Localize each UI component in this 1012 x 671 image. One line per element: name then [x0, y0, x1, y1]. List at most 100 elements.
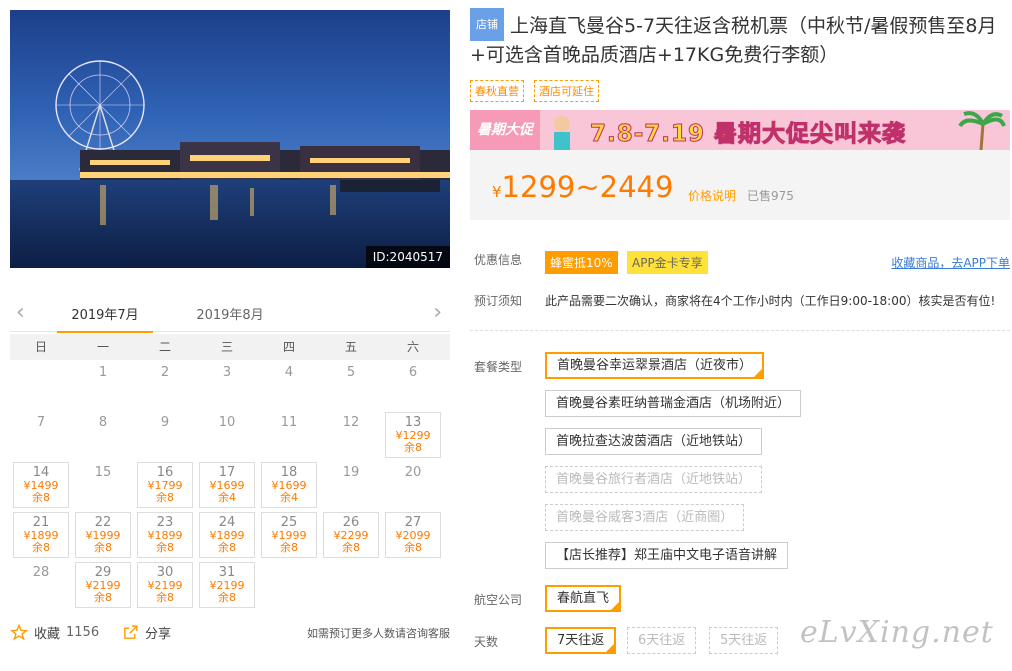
price-range: ¥1299~2449	[492, 170, 673, 204]
weekday-label: 三	[220, 340, 233, 354]
weekday-label: 六	[406, 340, 419, 354]
calendar-day: 9	[134, 410, 196, 460]
favorite-label: 收藏	[34, 627, 61, 642]
calendar-day	[10, 360, 72, 410]
package-option-disabled: 首晚曼谷旅行者酒店（近地铁站）	[545, 466, 763, 493]
image-id-label: ID:2040517	[365, 246, 450, 268]
price-explanation-link[interactable]: 价格说明	[688, 187, 736, 204]
date-calendar: ‹ 2019年7月 2019年8月 › 日 一 二 三 四 五 六 123456…	[10, 298, 450, 610]
tab-month-july[interactable]: 2019年7月	[57, 304, 153, 333]
day-number: 15	[94, 465, 112, 480]
calendar-day-available[interactable]: 24 ¥1899 余8	[199, 512, 255, 558]
calendar-day-available[interactable]: 21 ¥1899 余8	[13, 512, 69, 558]
palm-tree-icon	[958, 111, 1006, 150]
day-remaining: 余8	[218, 541, 236, 554]
day-remaining: 余8	[404, 441, 422, 454]
day-remaining: 余8	[94, 591, 112, 604]
calendar-day-available[interactable]: 27 ¥2099 余8	[385, 512, 441, 558]
contact-service-link[interactable]: 如需预订更多人数请咨询客服	[307, 625, 450, 641]
app-gold-card-badge: APP金卡专享	[627, 251, 708, 274]
package-option[interactable]: 首晚拉查达波茵酒店（近地铁站）	[545, 428, 763, 455]
days-option[interactable]: 7天往返	[545, 627, 617, 654]
calendar-day-available[interactable]: 30 ¥2199 余8	[137, 562, 193, 608]
calendar-day: 10	[196, 410, 258, 460]
calendar-day: 3	[196, 360, 258, 410]
calendar-day-available[interactable]: 25 ¥1999 余8	[261, 512, 317, 558]
day-number: 19	[342, 465, 360, 480]
calendar-day-available[interactable]: 29 ¥2199 余8	[75, 562, 131, 608]
days-option-disabled: 6天往返	[627, 627, 697, 654]
tab-month-august[interactable]: 2019年8月	[182, 304, 278, 331]
promo-banner[interactable]: 暑期大促 7.8-7.19 暑期大促尖叫来袭	[470, 110, 1010, 150]
day-number: 4	[284, 365, 294, 380]
site-watermark: eLvXing.net	[800, 615, 994, 650]
day-remaining: 余8	[342, 541, 360, 554]
tag-hotel-extendable: 酒店可延住	[534, 80, 599, 102]
share-label: 分享	[145, 627, 172, 642]
calendar-day-available[interactable]: 23 ¥1899 余8	[137, 512, 193, 558]
sold-count: 已售975	[747, 189, 794, 203]
day-number: 28	[32, 565, 50, 580]
calendar-day: 28	[10, 560, 72, 610]
price-panel: ¥1299~2449 价格说明 已售975	[470, 150, 1010, 220]
day-remaining: 余8	[156, 541, 174, 554]
day-number: 12	[342, 415, 360, 430]
day-number: 13	[404, 415, 422, 430]
airline-option[interactable]: 春航直飞	[545, 585, 622, 612]
day-remaining: 余8	[156, 491, 174, 504]
calendar-day-available[interactable]: 16 ¥1799 余8	[137, 462, 193, 508]
day-remaining: 余8	[218, 591, 236, 604]
package-option[interactable]: 首晚曼谷幸运翠景酒店（近夜市）	[545, 352, 765, 379]
notice-label: 预订须知	[474, 294, 523, 308]
app-order-link[interactable]: 收藏商品，去APP下单	[891, 254, 1010, 271]
price-range-value: 1299~2449	[501, 170, 674, 204]
day-number: 21	[32, 515, 50, 530]
days-label: 天数	[474, 635, 499, 649]
day-number: 27	[404, 515, 422, 530]
package-option[interactable]: 首晚曼谷素旺纳普瑞金酒店（机场附近）	[545, 390, 802, 417]
next-month-icon[interactable]: ›	[433, 302, 442, 324]
calendar-day-available[interactable]: 17 ¥1699 余4	[199, 462, 255, 508]
day-number: 17	[218, 465, 236, 480]
calendar-day-available[interactable]: 14 ¥1499 余8	[13, 462, 69, 508]
day-number: 20	[404, 465, 422, 480]
prev-month-icon[interactable]: ‹	[16, 302, 25, 324]
calendar-day-available[interactable]: 26 ¥2299 余8	[323, 512, 379, 558]
calendar-day-available[interactable]: 18 ¥1699 余4	[261, 462, 317, 508]
day-number: 14	[32, 465, 50, 480]
calendar-day: 20	[382, 460, 444, 510]
shop-badge[interactable]: 店铺	[470, 8, 504, 41]
calendar-day: 1	[72, 360, 134, 410]
day-number: 23	[156, 515, 174, 530]
day-remaining: 余8	[32, 541, 50, 554]
honey-discount-badge: 蜂蜜抵10%	[545, 251, 618, 274]
days-option-disabled: 5天往返	[709, 627, 779, 654]
package-option[interactable]: 【店长推荐】郑王庙中文电子语音讲解	[545, 542, 789, 569]
weekday-label: 二	[158, 340, 171, 354]
day-remaining: 余8	[404, 541, 422, 554]
day-number: 10	[218, 415, 236, 430]
day-number: 18	[280, 465, 298, 480]
calendar-days-grid: 1 2 3 4 5 6 7 8 9 10 11 12 13 ¥1299 余8 14 ¥1499 余8 15 16 ¥17…	[10, 360, 450, 610]
star-icon	[10, 624, 28, 641]
day-remaining: 余8	[94, 541, 112, 554]
share-button[interactable]: 分享	[122, 623, 171, 642]
weekday-label: 日	[34, 340, 47, 354]
day-remaining: 余8	[156, 591, 174, 604]
notice-text: 此产品需要二次确认，商家将在4个工作小时内（工作日9:00-18:00）核实是否…	[545, 294, 996, 308]
day-number: 2	[160, 365, 170, 380]
day-number: 24	[218, 515, 236, 530]
favorite-button[interactable]: 收藏 1156	[10, 623, 99, 642]
weekday-label: 五	[344, 340, 357, 354]
calendar-day: 4	[258, 360, 320, 410]
tag-direct-operated: 春秋直营	[470, 80, 524, 102]
day-number: 8	[98, 415, 108, 430]
calendar-day-available[interactable]: 31 ¥2199 余8	[199, 562, 255, 608]
day-number: 5	[346, 365, 356, 380]
calendar-day: 19	[320, 460, 382, 510]
day-number: 11	[280, 415, 298, 430]
product-title: 店铺 上海直飞曼谷5-7天往返含税机票（中秋节/暑假预售至8月+可选含首晚品质酒店…	[470, 8, 1010, 70]
day-remaining: 余4	[218, 491, 236, 504]
calendar-day-available[interactable]: 13 ¥1299 余8	[385, 412, 441, 458]
calendar-day-available[interactable]: 22 ¥1999 余8	[75, 512, 131, 558]
